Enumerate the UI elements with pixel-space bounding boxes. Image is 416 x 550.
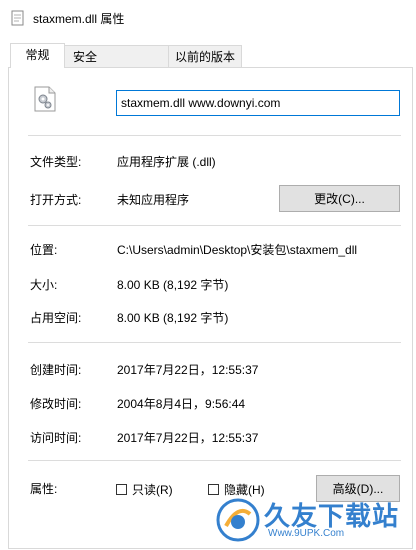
size-on-disk-value: 8.00 KB (8,192 字节) [117, 311, 229, 325]
modified-label: 修改时间: [30, 397, 82, 411]
window-title: staxmem.dll 属性 [33, 12, 125, 26]
tab-previous-versions[interactable]: 以前的版本 [168, 45, 242, 67]
watermark-logo-icon [216, 498, 260, 542]
location-label: 位置: [30, 243, 58, 257]
opens-with-value: 未知应用程序 [117, 193, 190, 207]
created-label: 创建时间: [30, 363, 82, 377]
dll-gear-file-icon [34, 86, 56, 112]
file-type-value: 应用程序扩展 (.dll) [117, 155, 216, 169]
file-type-label: 文件类型: [30, 155, 82, 169]
size-label: 大小: [30, 278, 58, 292]
opens-with-label: 打开方式: [30, 193, 82, 207]
file-properties-icon [11, 10, 24, 26]
separator [28, 225, 401, 226]
tab-security[interactable]: 安全 [64, 45, 106, 67]
tab-spacer [105, 45, 169, 67]
separator [28, 460, 401, 461]
watermark: 久友下载站 Www.9UPK.Com [214, 494, 414, 550]
modified-value: 2004年8月4日，9:56:44 [117, 397, 246, 411]
location-value: C:\Users\admin\Desktop\安装包\staxmem_dll [117, 243, 358, 257]
change-button[interactable]: 更改(C)... [279, 185, 400, 212]
created-value: 2017年7月22日，12:55:37 [117, 363, 259, 377]
readonly-label: 只读(R) [132, 483, 173, 497]
separator [28, 135, 401, 136]
tab-strip: 常规 安全 以前的版本 [0, 43, 416, 68]
title-bar: staxmem.dll 属性 [0, 0, 416, 34]
filename-field[interactable] [116, 90, 400, 116]
accessed-label: 访问时间: [30, 431, 82, 445]
accessed-value: 2017年7月22日，12:55:37 [117, 431, 259, 445]
watermark-subtitle: Www.9UPK.Com [268, 528, 345, 539]
size-on-disk-label: 占用空间: [30, 311, 82, 325]
separator [28, 342, 401, 343]
readonly-checkbox[interactable]: 只读(R) [116, 481, 173, 498]
size-value: 8.00 KB (8,192 字节) [117, 278, 229, 292]
checkbox-box[interactable] [116, 484, 127, 495]
tab-general[interactable]: 常规 [10, 43, 65, 68]
attributes-label: 属性: [30, 482, 58, 496]
